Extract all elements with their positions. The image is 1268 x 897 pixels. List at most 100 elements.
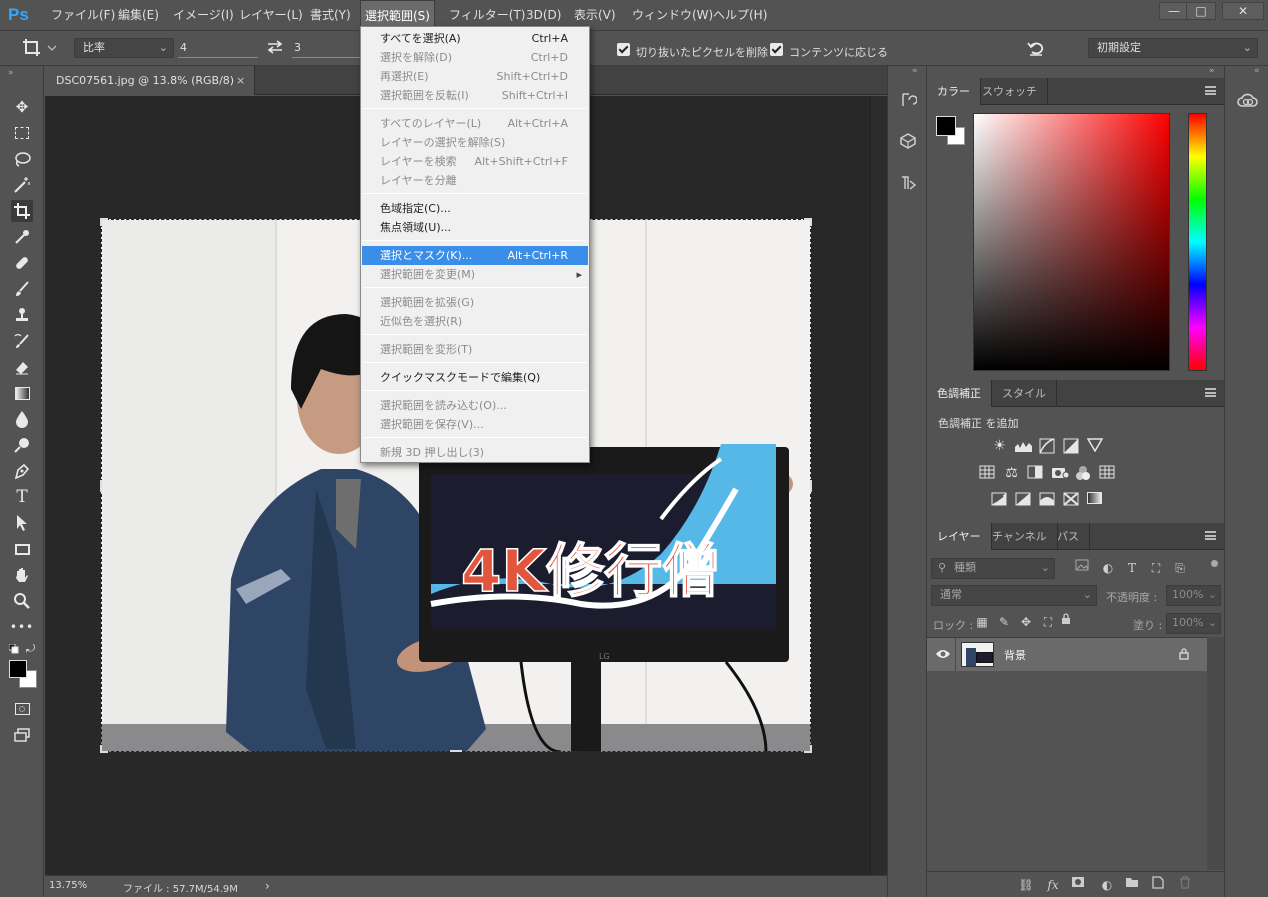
menu-file[interactable]: ファイル(F) <box>47 0 119 31</box>
move-tool-icon[interactable]: ✥ <box>11 96 33 118</box>
menu-item-isolate-layers[interactable]: レイヤーを分離 <box>362 171 588 190</box>
menu-item-select-all[interactable]: すべてを選択(A) Ctrl+A <box>362 29 588 48</box>
menu-item-load-selection[interactable]: 選択範囲を読み込む(O)... <box>362 396 588 415</box>
new-group-icon[interactable] <box>1125 876 1143 894</box>
lock-artboard-icon[interactable]: ⛶ <box>1039 613 1057 631</box>
workspace-select[interactable]: 初期設定 ⌄ <box>1088 38 1258 58</box>
vertical-scrollbar[interactable] <box>870 96 887 875</box>
default-colors-icon[interactable] <box>9 644 19 654</box>
color-picker-field[interactable] <box>973 113 1170 371</box>
brush-tool-icon[interactable] <box>11 278 33 300</box>
blend-mode-select[interactable]: 通常 ⌄ <box>931 585 1097 606</box>
crop-handle-bottom-right[interactable] <box>804 745 812 753</box>
menu-item-save-selection[interactable]: 選択範囲を保存(V)... <box>362 415 588 434</box>
ratio-height-input[interactable]: 3 <box>292 38 360 58</box>
tab-adjustments[interactable]: 色調補正 <box>927 380 992 407</box>
menu-image[interactable]: イメージ(I) <box>169 0 238 31</box>
opacity-input[interactable]: 100% ⌄ <box>1166 585 1221 606</box>
menu-item-all-layers[interactable]: すべてのレイヤー(L) Alt+Ctrl+A <box>362 114 588 133</box>
collapse-arrows-icon[interactable]: » <box>1209 66 1215 76</box>
invert-icon[interactable] <box>991 492 1008 509</box>
menu-item-focus-area[interactable]: 焦点領域(U)... <box>362 218 588 237</box>
menu-item-3d-extrusion[interactable]: 新規 3D 押し出し(3) <box>362 443 588 462</box>
lasso-tool-icon[interactable] <box>11 148 33 170</box>
photo-filter-icon[interactable] <box>1051 465 1069 482</box>
layer-filter-select[interactable]: ⚲ 種類 ⌄ <box>931 558 1055 579</box>
fill-input[interactable]: 100% ⌄ <box>1166 613 1221 634</box>
foreground-color-swatch[interactable] <box>936 116 956 136</box>
screen-mode-icon[interactable] <box>11 724 33 746</box>
status-menu-arrow[interactable]: › <box>265 879 270 893</box>
black-white-icon[interactable] <box>1027 465 1044 482</box>
color-lookup-icon[interactable] <box>1099 465 1116 482</box>
exposure-icon[interactable] <box>1063 438 1080 455</box>
selective-color-icon[interactable] <box>1063 492 1080 509</box>
menu-window[interactable]: ウィンドウ(W) <box>628 0 717 31</box>
new-adjustment-icon[interactable]: ◐ <box>1098 876 1116 894</box>
more-tools-icon[interactable]: ••• <box>10 616 33 638</box>
swap-colors-icon[interactable]: ⤾ <box>26 642 35 656</box>
threshold-icon[interactable] <box>1039 492 1056 509</box>
menu-edit[interactable]: 編集(E) <box>114 0 163 31</box>
hand-tool-icon[interactable] <box>11 564 33 586</box>
layer-name[interactable]: 背景 <box>1004 647 1026 663</box>
gradient-map-icon[interactable] <box>1087 492 1104 509</box>
crop-handle-bottom[interactable] <box>450 748 462 752</box>
path-selection-tool-icon[interactable] <box>11 512 33 534</box>
crop-tool-preset-icon[interactable] <box>22 38 56 58</box>
collapse-arrows-icon[interactable]: » <box>8 68 14 78</box>
panel-menu-icon[interactable] <box>1205 388 1216 397</box>
swap-arrows-icon[interactable] <box>266 40 284 54</box>
menu-item-grow[interactable]: 選択範囲を拡張(G) <box>362 293 588 312</box>
levels-icon[interactable] <box>1015 438 1032 455</box>
menu-item-modify[interactable]: 選択範囲を変更(M) ▸ <box>362 265 588 284</box>
history-panel-icon[interactable] <box>899 91 917 109</box>
menu-item-similar[interactable]: 近似色を選択(R) <box>362 312 588 331</box>
channel-mixer-icon[interactable] <box>1075 465 1092 482</box>
eyedropper-tool-icon[interactable] <box>11 226 33 248</box>
tab-swatches[interactable]: スウォッチ <box>972 78 1048 105</box>
document-tab[interactable]: DSC07561.jpg @ 13.8% (RGB/8) × <box>45 66 255 95</box>
delete-cropped-checkbox[interactable] <box>617 43 630 56</box>
foreground-color-swatch[interactable] <box>9 660 27 678</box>
crop-handle-top-right[interactable] <box>804 218 812 226</box>
menu-item-deselect[interactable]: 選択を解除(D) Ctrl+D <box>362 48 588 67</box>
filter-smart-object-icon[interactable]: ⎘ <box>1171 559 1189 577</box>
healing-brush-tool-icon[interactable] <box>11 252 33 274</box>
menu-help[interactable]: ヘルプ(H) <box>709 0 771 31</box>
layer-row[interactable]: 背景 <box>927 638 1207 671</box>
filter-pixel-icon[interactable] <box>1075 559 1093 577</box>
filter-shape-icon[interactable]: ⛶ <box>1147 559 1165 577</box>
layers-scrollbar[interactable] <box>1207 637 1224 870</box>
menu-item-reselect[interactable]: 再選択(E) Shift+Ctrl+D <box>362 67 588 86</box>
lock-position-icon[interactable]: ✥ <box>1017 613 1035 631</box>
menu-item-select-and-mask[interactable]: 選択とマスク(K)... Alt+Ctrl+R <box>362 246 588 265</box>
crop-handle-right[interactable] <box>808 480 812 492</box>
creative-cloud-libraries-icon[interactable] <box>1237 92 1259 108</box>
vibrance-icon[interactable] <box>1087 438 1104 455</box>
add-mask-icon[interactable] <box>1071 876 1089 894</box>
magic-wand-tool-icon[interactable] <box>11 174 33 196</box>
crop-handle-left[interactable] <box>100 480 104 492</box>
color-balance-icon[interactable]: ⚖ <box>1003 465 1020 482</box>
crop-handle-top-left[interactable] <box>100 218 108 226</box>
curves-icon[interactable] <box>1039 438 1056 455</box>
menu-type[interactable]: 書式(Y) <box>306 0 355 31</box>
close-window-button[interactable]: ✕ <box>1222 2 1264 20</box>
menu-item-deselect-layers[interactable]: レイヤーの選択を解除(S) <box>362 133 588 152</box>
crop-handle-bottom-left[interactable] <box>100 745 108 753</box>
collapse-arrows-icon[interactable]: « <box>1254 66 1260 76</box>
hue-slider[interactable] <box>1188 113 1207 371</box>
pen-tool-icon[interactable] <box>11 460 33 482</box>
visibility-eye-icon[interactable] <box>935 648 951 660</box>
tab-styles[interactable]: スタイル <box>992 380 1057 407</box>
aspect-ratio-select[interactable]: 比率 ⌄ <box>74 38 174 58</box>
dodge-tool-icon[interactable] <box>11 434 33 456</box>
menu-item-quick-mask[interactable]: クイックマスクモードで編集(Q) <box>362 368 588 387</box>
filter-type-icon[interactable]: T <box>1123 559 1141 577</box>
ratio-width-input[interactable]: 4 <box>178 38 258 58</box>
link-layers-icon[interactable]: ⛓ <box>1017 876 1035 894</box>
delete-layer-icon[interactable] <box>1179 876 1197 894</box>
3d-panel-icon[interactable] <box>899 132 917 150</box>
content-aware-checkbox[interactable] <box>770 43 783 56</box>
